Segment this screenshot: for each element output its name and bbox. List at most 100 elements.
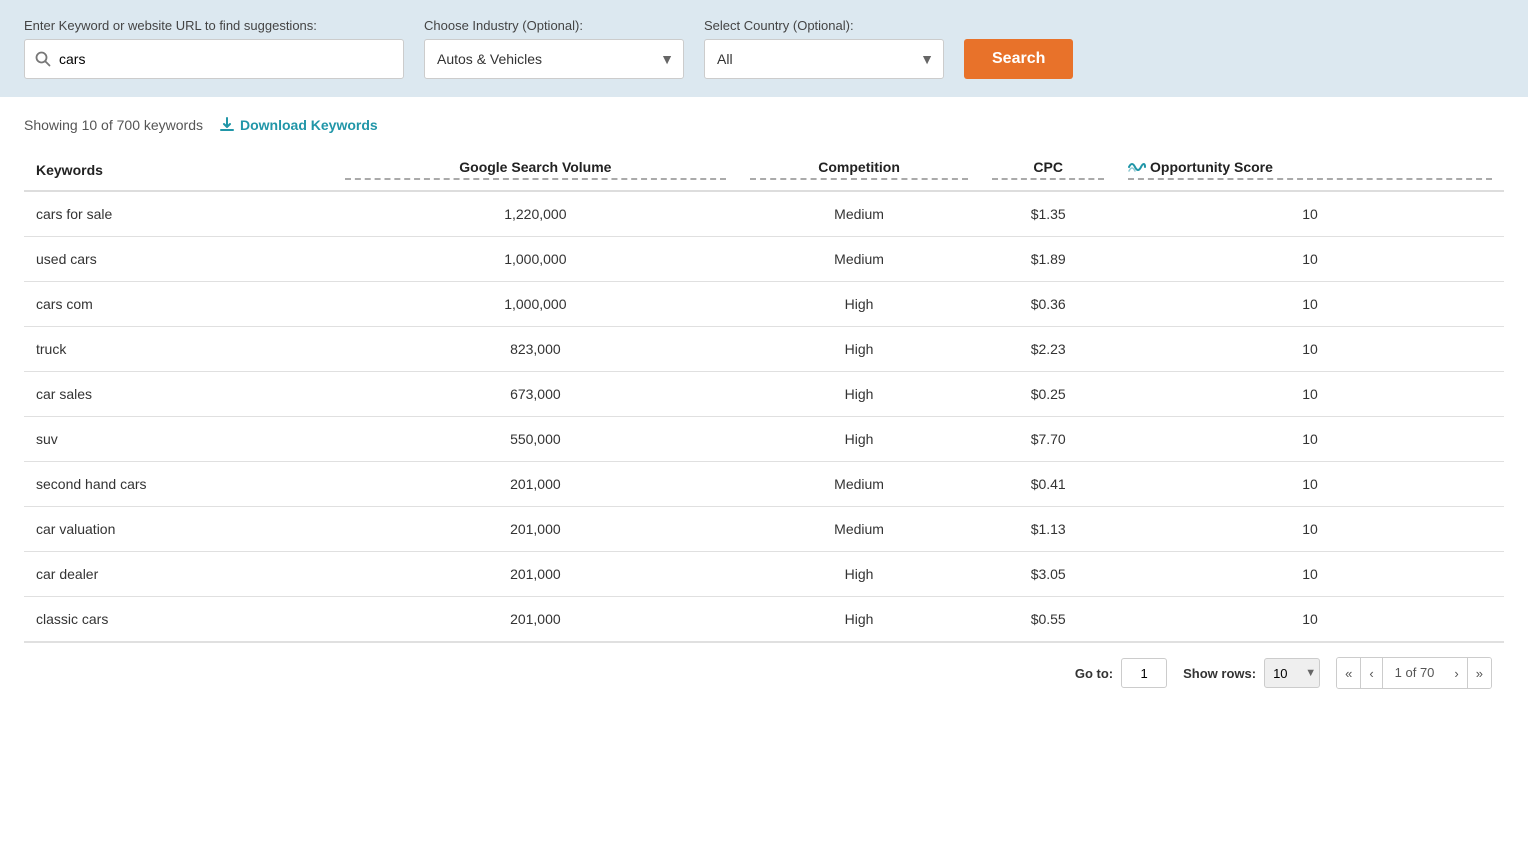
cell-keyword: truck bbox=[24, 327, 333, 372]
search-icon bbox=[35, 51, 51, 67]
first-page-button[interactable]: « bbox=[1337, 658, 1361, 688]
cell-opportunity: 10 bbox=[1116, 417, 1504, 462]
cell-opportunity: 10 bbox=[1116, 552, 1504, 597]
table-row: truck 823,000 High $2.23 10 bbox=[24, 327, 1504, 372]
cell-volume: 201,000 bbox=[333, 462, 738, 507]
table-row: car sales 673,000 High $0.25 10 bbox=[24, 372, 1504, 417]
cell-keyword: second hand cars bbox=[24, 462, 333, 507]
cell-opportunity: 10 bbox=[1116, 327, 1504, 372]
goto-group: Go to: bbox=[1075, 658, 1167, 688]
table-row: cars com 1,000,000 High $0.36 10 bbox=[24, 282, 1504, 327]
country-select-wrap: All United States United Kingdom Canada … bbox=[704, 39, 944, 79]
cell-cpc: $1.13 bbox=[980, 507, 1116, 552]
industry-select-wrap: All Industries Autos & Vehicles Business… bbox=[424, 39, 684, 79]
cell-competition: High bbox=[738, 597, 981, 642]
page-navigation: « ‹ 1 of 70 › » bbox=[1336, 657, 1492, 689]
country-group: Select Country (Optional): All United St… bbox=[704, 18, 944, 79]
pagination-row: Go to: Show rows: 5 10 25 50 100 ▼ « ‹ 1… bbox=[24, 642, 1504, 703]
cell-opportunity: 10 bbox=[1116, 372, 1504, 417]
cell-competition: High bbox=[738, 417, 981, 462]
col-volume: Google Search Volume bbox=[333, 149, 738, 191]
content-area: Showing 10 of 700 keywords Download Keyw… bbox=[0, 97, 1528, 723]
showrows-select-wrap: 5 10 25 50 100 ▼ bbox=[1264, 658, 1320, 688]
showrows-group: Show rows: 5 10 25 50 100 ▼ bbox=[1183, 658, 1320, 688]
goto-label: Go to: bbox=[1075, 666, 1113, 681]
cell-cpc: $1.89 bbox=[980, 237, 1116, 282]
cell-opportunity: 10 bbox=[1116, 237, 1504, 282]
cell-keyword: cars com bbox=[24, 282, 333, 327]
col-competition: Competition bbox=[738, 149, 981, 191]
cell-cpc: $0.36 bbox=[980, 282, 1116, 327]
cell-opportunity: 10 bbox=[1116, 191, 1504, 237]
next-page-button[interactable]: › bbox=[1446, 658, 1467, 688]
cell-cpc: $3.05 bbox=[980, 552, 1116, 597]
search-bar: Enter Keyword or website URL to find sug… bbox=[0, 0, 1528, 97]
prev-page-button[interactable]: ‹ bbox=[1361, 658, 1382, 688]
last-page-button[interactable]: » bbox=[1468, 658, 1491, 688]
table-row: suv 550,000 High $7.70 10 bbox=[24, 417, 1504, 462]
summary-row: Showing 10 of 700 keywords Download Keyw… bbox=[24, 117, 1504, 133]
cell-competition: Medium bbox=[738, 462, 981, 507]
cell-volume: 673,000 bbox=[333, 372, 738, 417]
cell-volume: 823,000 bbox=[333, 327, 738, 372]
cell-keyword: classic cars bbox=[24, 597, 333, 642]
cell-volume: 550,000 bbox=[333, 417, 738, 462]
country-select[interactable]: All United States United Kingdom Canada … bbox=[704, 39, 944, 79]
keyword-group: Enter Keyword or website URL to find sug… bbox=[24, 18, 404, 79]
cell-competition: High bbox=[738, 327, 981, 372]
keyword-input-wrap bbox=[24, 39, 404, 79]
cell-keyword: cars for sale bbox=[24, 191, 333, 237]
cell-opportunity: 10 bbox=[1116, 462, 1504, 507]
industry-group: Choose Industry (Optional): All Industri… bbox=[424, 18, 684, 79]
cell-cpc: $0.55 bbox=[980, 597, 1116, 642]
cell-cpc: $2.23 bbox=[980, 327, 1116, 372]
cell-keyword: used cars bbox=[24, 237, 333, 282]
cell-cpc: $0.41 bbox=[980, 462, 1116, 507]
country-label: Select Country (Optional): bbox=[704, 18, 944, 33]
industry-select[interactable]: All Industries Autos & Vehicles Business… bbox=[424, 39, 684, 79]
cell-cpc: $7.70 bbox=[980, 417, 1116, 462]
table-row: used cars 1,000,000 Medium $1.89 10 bbox=[24, 237, 1504, 282]
cell-volume: 201,000 bbox=[333, 507, 738, 552]
showrows-select[interactable]: 5 10 25 50 100 bbox=[1264, 658, 1320, 688]
cell-opportunity: 10 bbox=[1116, 507, 1504, 552]
table-row: cars for sale 1,220,000 Medium $1.35 10 bbox=[24, 191, 1504, 237]
cell-keyword: car sales bbox=[24, 372, 333, 417]
cell-opportunity: 10 bbox=[1116, 597, 1504, 642]
page-info: 1 of 70 bbox=[1383, 658, 1447, 688]
cell-keyword: suv bbox=[24, 417, 333, 462]
keywords-table: Keywords Google Search Volume Competitio… bbox=[24, 149, 1504, 642]
cell-cpc: $1.35 bbox=[980, 191, 1116, 237]
cell-volume: 1,000,000 bbox=[333, 237, 738, 282]
waves-icon bbox=[1128, 161, 1146, 173]
cell-volume: 1,000,000 bbox=[333, 282, 738, 327]
cell-competition: Medium bbox=[738, 191, 981, 237]
table-header-row: Keywords Google Search Volume Competitio… bbox=[24, 149, 1504, 191]
download-keywords-link[interactable]: Download Keywords bbox=[219, 117, 378, 133]
table-row: classic cars 201,000 High $0.55 10 bbox=[24, 597, 1504, 642]
cell-competition: Medium bbox=[738, 507, 981, 552]
summary-text: Showing 10 of 700 keywords bbox=[24, 117, 203, 133]
goto-input[interactable] bbox=[1121, 658, 1167, 688]
col-cpc: CPC bbox=[980, 149, 1116, 191]
cell-volume: 1,220,000 bbox=[333, 191, 738, 237]
cell-volume: 201,000 bbox=[333, 552, 738, 597]
download-icon bbox=[219, 117, 235, 133]
cell-competition: High bbox=[738, 372, 981, 417]
table-row: second hand cars 201,000 Medium $0.41 10 bbox=[24, 462, 1504, 507]
showrows-label: Show rows: bbox=[1183, 666, 1256, 681]
cell-cpc: $0.25 bbox=[980, 372, 1116, 417]
search-button[interactable]: Search bbox=[964, 39, 1073, 79]
cell-volume: 201,000 bbox=[333, 597, 738, 642]
keyword-label: Enter Keyword or website URL to find sug… bbox=[24, 18, 404, 33]
table-row: car valuation 201,000 Medium $1.13 10 bbox=[24, 507, 1504, 552]
keyword-input[interactable] bbox=[59, 51, 393, 67]
cell-opportunity: 10 bbox=[1116, 282, 1504, 327]
col-opportunity: Opportunity Score bbox=[1116, 149, 1504, 191]
col-keywords: Keywords bbox=[24, 149, 333, 191]
cell-competition: Medium bbox=[738, 237, 981, 282]
cell-keyword: car valuation bbox=[24, 507, 333, 552]
cell-keyword: car dealer bbox=[24, 552, 333, 597]
industry-label: Choose Industry (Optional): bbox=[424, 18, 684, 33]
cell-competition: High bbox=[738, 282, 981, 327]
